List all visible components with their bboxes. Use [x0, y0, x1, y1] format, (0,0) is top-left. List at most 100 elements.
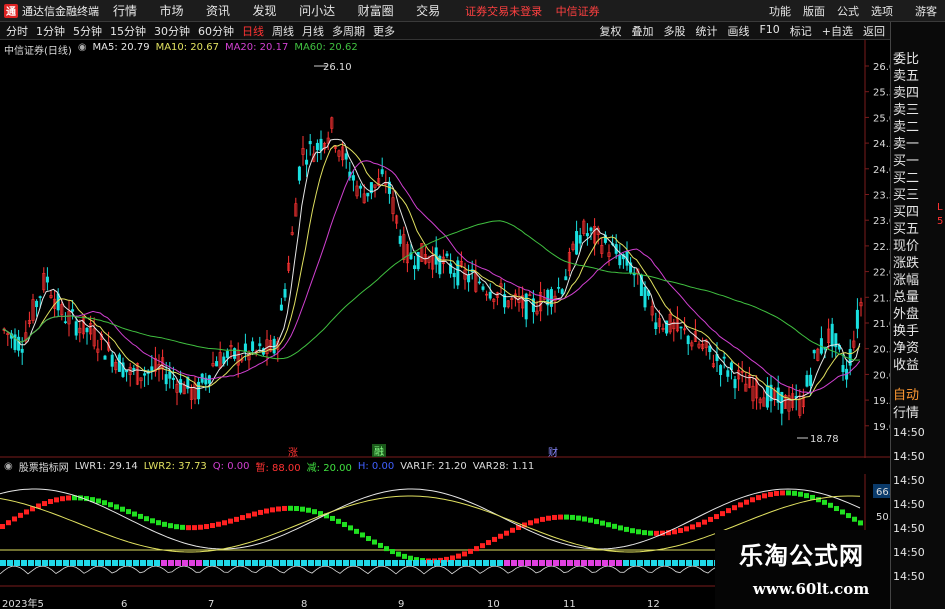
login-status: 证券交易未登录 中信证券: [465, 3, 610, 19]
indicator-band-cell: [224, 560, 230, 566]
panel-earnings[interactable]: 收益: [893, 354, 933, 373]
indicator-block: [738, 502, 743, 508]
indicator-band-cell: [84, 560, 90, 566]
price-tick-label: 25.50: [873, 88, 890, 99]
tool-rights[interactable]: 复权: [599, 23, 621, 39]
indicator-block: [672, 529, 677, 535]
menu-market[interactable]: 市场: [160, 4, 184, 18]
period-multi[interactable]: 多周期: [332, 23, 365, 39]
indicator-block: [474, 546, 479, 552]
menu-discover[interactable]: 发现: [253, 4, 277, 18]
indicator-block: [102, 500, 107, 506]
menu-trade[interactable]: 交易: [416, 4, 440, 18]
panel-quotes[interactable]: 行情: [893, 402, 933, 421]
period-daily[interactable]: 日线: [242, 23, 264, 39]
menu-wealth[interactable]: 财富圈: [358, 4, 394, 18]
menu-ask[interactable]: 问小达: [299, 4, 335, 18]
indicator-block: [300, 506, 305, 512]
indicator-block: [342, 522, 347, 528]
candle-body: [477, 281, 481, 284]
period-60min[interactable]: 60分钟: [198, 23, 234, 39]
indicator-band-cell: [217, 560, 223, 566]
menu-news[interactable]: 资讯: [206, 4, 230, 18]
period-monthly[interactable]: 月线: [302, 23, 324, 39]
period-15min[interactable]: 15分钟: [110, 23, 146, 39]
candle-body: [143, 373, 147, 376]
indicator-band-cell: [658, 560, 664, 566]
indicator-block: [384, 546, 389, 552]
event-finance[interactable]: 财: [548, 446, 558, 458]
menu-formula[interactable]: 公式: [837, 3, 859, 19]
period-weekly[interactable]: 周线: [272, 23, 294, 39]
indicator-band-cell: [294, 560, 300, 566]
indicator-band-cell: [63, 560, 69, 566]
candle-body: [35, 300, 39, 308]
period-more[interactable]: 更多: [373, 23, 395, 39]
candle-body: [726, 370, 730, 377]
indicator-block: [288, 505, 293, 511]
tool-overlay[interactable]: 叠加: [631, 23, 653, 39]
indicator-block: [714, 514, 719, 520]
period-intraday[interactable]: 分时: [6, 23, 28, 39]
indicator-band-cell: [126, 560, 132, 566]
indicator-block: [216, 521, 221, 527]
indicator-block: [636, 529, 641, 535]
period-1min[interactable]: 1分钟: [36, 23, 65, 39]
indicator-band-cell: [560, 560, 566, 566]
candle-body: [258, 343, 262, 347]
menu-functions[interactable]: 功能: [769, 3, 791, 19]
indicator-block: [294, 506, 299, 512]
app-logo-icon: 通: [4, 3, 18, 18]
menu-layout[interactable]: 版面: [803, 3, 825, 19]
menu-options[interactable]: 选项: [871, 3, 893, 19]
indicator-block: [648, 530, 653, 536]
tool-mark[interactable]: 标记: [790, 23, 812, 39]
indicator-block: [822, 499, 827, 505]
indicator-block: [552, 514, 557, 520]
indicator-band-cell: [266, 560, 272, 566]
menu-quotes[interactable]: 行情: [113, 4, 137, 18]
candle-body: [643, 287, 647, 308]
tool-add-watchlist[interactable]: +自选: [822, 23, 853, 39]
broker-name[interactable]: 中信证券: [556, 5, 600, 18]
tick-time-4: 14:50: [893, 498, 925, 511]
low-label: 18.78: [810, 434, 839, 445]
indicator-band-cell: [399, 560, 405, 566]
tool-multi-stock[interactable]: 多股: [663, 23, 685, 39]
indicator-block: [486, 540, 491, 546]
event-margin[interactable]: 融: [374, 446, 384, 458]
trade-login-status[interactable]: 证券交易未登录: [465, 5, 542, 18]
indicator-block: [48, 498, 53, 504]
indicator-band-cell: [280, 560, 286, 566]
tool-back[interactable]: 返回: [863, 23, 885, 39]
period-30min[interactable]: 30分钟: [154, 23, 190, 39]
var28-value: VAR28: 1.11: [472, 460, 535, 472]
candle-body: [578, 235, 582, 244]
tool-stats[interactable]: 统计: [695, 23, 717, 39]
indicator-settings-icon[interactable]: ◉: [4, 461, 13, 472]
indicator-name[interactable]: 股票指标网: [19, 459, 69, 474]
indicator-block: [540, 516, 545, 522]
price-tick-label: 24.50: [873, 139, 890, 150]
indicator-band-cell: [518, 560, 524, 566]
kline-chart[interactable]: 26.00 25.50 25.00 24.50 24.00 23.50 23.00 22.50…: [0, 40, 890, 458]
indicator-band-cell: [154, 560, 160, 566]
ma60-line: [2, 220, 860, 361]
tool-draw[interactable]: 画线: [727, 23, 749, 39]
event-rise[interactable]: 涨: [288, 447, 298, 458]
indicator-band-cell: [574, 560, 580, 566]
tool-f10[interactable]: F10: [759, 23, 779, 39]
period-5min[interactable]: 5分钟: [73, 23, 102, 39]
indicator-band-cell: [77, 560, 83, 566]
indicator-band-cell: [672, 560, 678, 566]
date-label-5: 2023年5: [2, 597, 44, 609]
panel-auto[interactable]: 自动: [893, 384, 933, 403]
indicator-block: [42, 501, 47, 507]
indicator-block: [390, 549, 395, 555]
indicator-block: [726, 508, 731, 514]
indicator-band-cell: [175, 560, 181, 566]
guest-user[interactable]: 游客: [915, 3, 937, 19]
indicator-block: [396, 551, 401, 557]
indicator-axis-value: 66.01: [876, 487, 890, 498]
indicator-band-cell: [133, 560, 139, 566]
